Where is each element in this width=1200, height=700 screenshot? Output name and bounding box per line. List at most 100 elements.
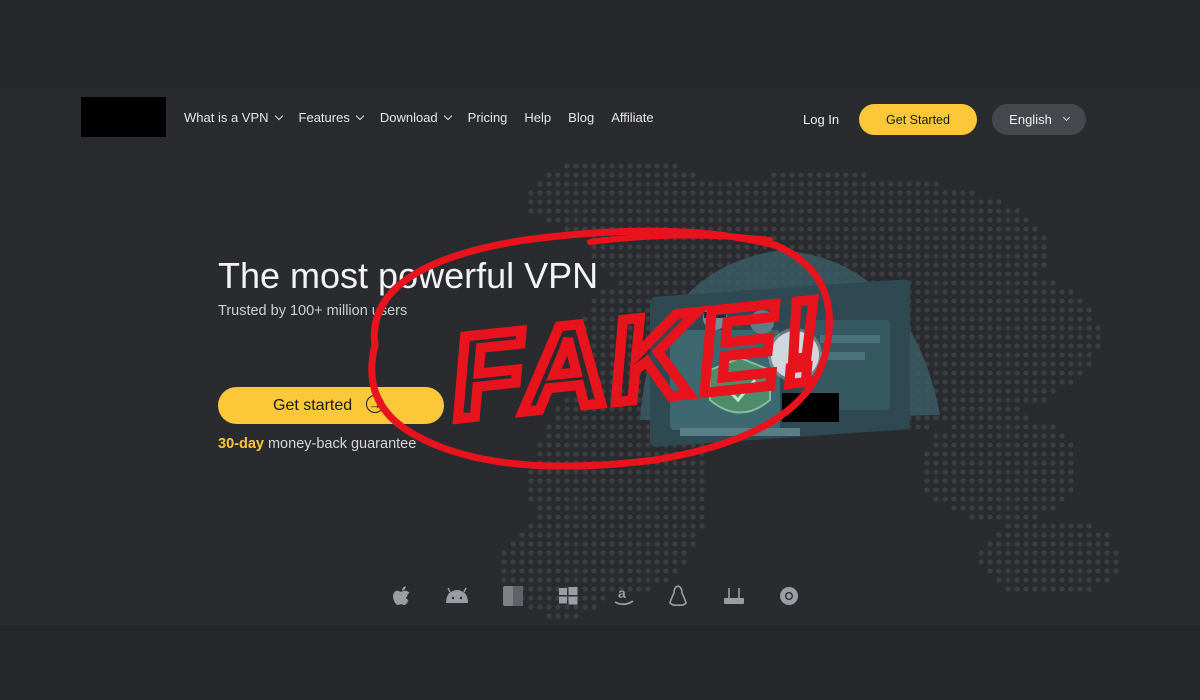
map-dot (987, 478, 993, 484)
logo-redacted[interactable] (81, 97, 166, 137)
map-dot (1086, 532, 1092, 538)
map-dot (708, 190, 714, 196)
map-dot (600, 577, 606, 583)
play-video-button[interactable] (771, 331, 819, 379)
windows-icon[interactable] (555, 583, 581, 609)
linux-icon[interactable] (665, 583, 691, 609)
map-dot (1005, 478, 1011, 484)
map-dot (591, 451, 597, 457)
map-dot (1032, 361, 1038, 367)
map-dot (555, 568, 561, 574)
login-link[interactable]: Log In (803, 112, 839, 127)
map-dot (1023, 532, 1029, 538)
map-dot (960, 478, 966, 484)
map-dot (1086, 316, 1092, 322)
map-dot (627, 478, 633, 484)
map-dot (1014, 442, 1020, 448)
router-icon[interactable] (721, 583, 747, 609)
map-dot (753, 181, 759, 187)
map-dot (1050, 316, 1056, 322)
map-dot (672, 487, 678, 493)
nav-affiliate[interactable]: Affiliate (611, 110, 653, 125)
map-dot (1032, 460, 1038, 466)
map-dot (1086, 343, 1092, 349)
map-dot (825, 181, 831, 187)
get-started-button[interactable]: Get started → (218, 387, 444, 424)
map-dot (825, 226, 831, 232)
map-dot (555, 523, 561, 529)
map-dot (528, 469, 534, 475)
map-dot (1005, 208, 1011, 214)
map-dot (1095, 325, 1101, 331)
map-dot (1005, 271, 1011, 277)
map-dot (717, 208, 723, 214)
map-dot (654, 163, 660, 169)
map-dot (663, 523, 669, 529)
map-dot (654, 487, 660, 493)
map-dot (654, 469, 660, 475)
map-dot (1005, 433, 1011, 439)
map-dot (951, 244, 957, 250)
nav-download[interactable]: Download (380, 110, 452, 125)
map-dot (573, 217, 579, 223)
map-dot (1005, 217, 1011, 223)
map-dot (1014, 424, 1020, 430)
map-dot (1005, 244, 1011, 250)
map-dot (978, 379, 984, 385)
map-dot (1077, 343, 1083, 349)
map-dot (924, 487, 930, 493)
map-dot (528, 550, 534, 556)
map-dot (600, 163, 606, 169)
map-dot (960, 487, 966, 493)
map-dot (996, 388, 1002, 394)
map-dot (1068, 379, 1074, 385)
map-dot (618, 469, 624, 475)
chrome-icon[interactable] (776, 583, 802, 609)
map-dot (969, 316, 975, 322)
nav-help[interactable]: Help (524, 110, 551, 125)
map-dot (915, 181, 921, 187)
map-dot (933, 226, 939, 232)
map-dot (528, 532, 534, 538)
map-dot (969, 487, 975, 493)
map-dot (978, 325, 984, 331)
map-dot (978, 262, 984, 268)
map-dot (537, 208, 543, 214)
map-dot (627, 217, 633, 223)
map-dot (978, 433, 984, 439)
language-selector[interactable]: English (992, 104, 1086, 135)
map-dot (1050, 298, 1056, 304)
nav-what-is-vpn[interactable]: What is a VPN (184, 110, 283, 125)
map-dot (708, 199, 714, 205)
nav-pricing[interactable]: Pricing (468, 110, 508, 125)
finder-icon[interactable] (500, 583, 526, 609)
map-dot (744, 190, 750, 196)
map-dot (987, 415, 993, 421)
map-dot (1032, 451, 1038, 457)
map-dot (663, 559, 669, 565)
get-started-header-button[interactable]: Get Started (859, 104, 977, 135)
map-dot (663, 577, 669, 583)
apple-icon[interactable] (390, 583, 416, 609)
map-dot (708, 181, 714, 187)
amazon-icon[interactable]: a (611, 583, 637, 609)
map-dot (591, 370, 597, 376)
map-dot (636, 199, 642, 205)
map-dot (663, 190, 669, 196)
map-dot (582, 523, 588, 529)
map-dot (933, 199, 939, 205)
map-dot (528, 190, 534, 196)
map-dot (843, 181, 849, 187)
map-dot (726, 199, 732, 205)
nav-features[interactable]: Features (299, 110, 365, 125)
map-dot (1059, 361, 1065, 367)
map-dot (960, 451, 966, 457)
map-dot (960, 352, 966, 358)
map-dot (546, 577, 552, 583)
map-dot (960, 325, 966, 331)
map-dot (654, 541, 660, 547)
map-dot (591, 433, 597, 439)
nav-blog[interactable]: Blog (568, 110, 594, 125)
map-dot (555, 487, 561, 493)
android-icon[interactable] (442, 583, 472, 609)
